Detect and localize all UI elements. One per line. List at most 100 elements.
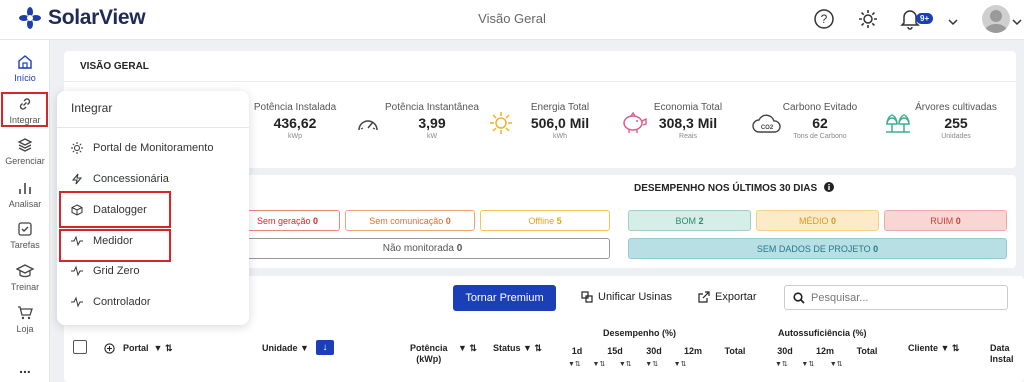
chip-label: SEM DADOS DE PROJETO — [756, 243, 874, 254]
col-auto-12m[interactable]: 12m — [815, 346, 835, 356]
chevron-down-icon[interactable] — [948, 18, 958, 26]
menu-item-concessionaria[interactable]: Concessionária — [71, 173, 169, 185]
menu-item-controlador[interactable]: Controlador — [71, 296, 150, 308]
metric-carbono-evitado: Carbono Evitado 62 Tons de Carbono — [778, 102, 862, 140]
metric-label: Árvores cultivadas — [915, 102, 997, 113]
sidebar-item-analisar[interactable]: Analisar — [0, 180, 50, 209]
menu-item-label: Controlador — [93, 296, 151, 308]
search-input[interactable]: Pesquisar... — [784, 285, 1008, 310]
metric-potencia-instantanea: Potência Instantânea 3,99 kW — [384, 102, 480, 140]
sidebar-item-loja[interactable]: Loja — [0, 305, 50, 334]
sidebar-item-tarefas[interactable]: Tarefas — [0, 221, 50, 250]
pulse-icon — [71, 265, 83, 277]
col-data-instalacao[interactable]: Data Instal — [990, 343, 1024, 365]
col-potencia[interactable]: Potência (kWp) — [410, 343, 448, 365]
menu-item-label: Portal de Monitoramento — [93, 142, 214, 154]
col-unidade[interactable]: Unidade ▼ — [262, 343, 309, 353]
chip-count: 0 — [456, 243, 463, 254]
chip-label: Não monitorada — [382, 243, 457, 254]
sidebar-more[interactable]: ... — [0, 360, 50, 376]
col-12m[interactable]: 12m — [683, 346, 703, 356]
select-all-checkbox[interactable] — [73, 340, 87, 354]
exportar-button[interactable]: Exportar — [698, 291, 757, 303]
chip-nao-monitorada[interactable]: Não monitorada 0 — [235, 238, 610, 259]
chip-count: 0 — [445, 215, 451, 226]
col-auto-30d[interactable]: 30d — [775, 346, 795, 356]
svg-text:?: ? — [821, 12, 828, 26]
sidebar-item-label: Treinar — [10, 282, 40, 292]
metric-unit: Reais — [679, 133, 697, 140]
sort-icons-desempenho[interactable]: ▼⇅ ▼⇅ ▼⇅ ▼⇅ ▼⇅ — [568, 360, 686, 368]
avatar[interactable] — [982, 5, 1010, 33]
gauge-icon — [358, 120, 378, 131]
add-circle-icon[interactable] — [104, 343, 115, 354]
help-icon[interactable]: ? — [813, 8, 835, 30]
filter-icon[interactable]: ▼ — [300, 343, 309, 353]
col-potencia-sort[interactable]: ▼ ⇅ — [458, 343, 477, 354]
chip-sem-comunicacao[interactable]: Sem comunicação 0 — [345, 210, 475, 231]
chip-label: Sem geração — [256, 215, 313, 226]
metric-potencia-instalada: Potência Instalada 436,62 kWp — [250, 102, 340, 140]
bolt-icon — [71, 173, 83, 185]
sun-icon — [71, 142, 83, 154]
sidebar-item-treinar[interactable]: Treinar — [0, 263, 50, 292]
integrar-highlight — [1, 92, 48, 127]
sidebar-item-inicio[interactable]: Início — [0, 54, 50, 83]
col-status[interactable]: Status ▼ ⇅ — [493, 343, 542, 354]
overview-title: VISÃO GERAL — [80, 61, 149, 72]
chip-ruim[interactable]: RUIM 0 — [884, 210, 1007, 231]
metric-label: Potência Instantânea — [385, 102, 479, 113]
sidebar-item-gerenciar[interactable]: Gerenciar — [0, 137, 50, 166]
unificar-label: Unificar Usinas — [598, 291, 672, 303]
chip-sem-geracao[interactable]: Sem geração 0 — [235, 210, 340, 231]
col-1d[interactable]: 1d — [569, 346, 585, 356]
metric-value: 436,62 — [273, 115, 317, 131]
metric-value: 255 — [944, 115, 968, 131]
menu-item-grid-zero[interactable]: Grid Zero — [71, 265, 139, 277]
col-cliente[interactable]: Cliente ▼ ⇅ — [908, 343, 959, 354]
chip-count: 0 — [831, 215, 837, 226]
chip-count: 2 — [698, 215, 704, 226]
metric-energia-total: Energia Total 506,0 Mil kWh — [520, 102, 600, 140]
metric-unit: kWp — [288, 133, 302, 140]
chip-count: 0 — [873, 243, 879, 254]
unificar-usinas-button[interactable]: Unificar Usinas — [581, 291, 672, 303]
avatar-chevron-icon[interactable] — [1012, 18, 1022, 26]
menu-item-portal-monitoramento[interactable]: Portal de Monitoramento — [71, 142, 213, 154]
col-15d[interactable]: 15d — [605, 346, 625, 356]
col-30d[interactable]: 30d — [644, 346, 664, 356]
chip-label: MÉDIO — [798, 215, 831, 226]
col-portal[interactable]: Portal ▼ ⇅ — [123, 343, 172, 354]
sort-icons-auto[interactable]: ▼⇅ ▼⇅ ▼⇅ — [775, 360, 843, 368]
medidor-highlight — [59, 229, 171, 262]
menu-item-label: Grid Zero — [93, 265, 140, 277]
sidebar-item-label: Tarefas — [10, 240, 40, 250]
search-icon — [793, 291, 805, 304]
metric-unit: kW — [426, 133, 438, 140]
col-label: Portal — [123, 343, 149, 353]
metric-unit: Unidades — [941, 133, 971, 140]
gear-icon[interactable] — [857, 8, 879, 30]
sort-desc-active-icon[interactable]: ↓ — [316, 340, 334, 355]
performance-title: DESEMPENHO NOS ÚLTIMOS 30 DIAS — [634, 182, 834, 194]
chip-bom[interactable]: BOM 2 — [628, 210, 751, 231]
sidebar-item-label: Analisar — [8, 199, 42, 209]
metric-label: Energia Total — [530, 102, 590, 113]
sidebar-item-label: Início — [14, 73, 36, 83]
chip-medio[interactable]: MÉDIO 0 — [756, 210, 879, 231]
filter-sort-icon[interactable]: ▼ ⇅ — [151, 343, 173, 353]
col-auto-total[interactable]: Total — [854, 346, 880, 356]
tornar-premium-button[interactable]: Tornar Premium — [453, 285, 556, 311]
chip-offline[interactable]: Offline 5 — [480, 210, 610, 231]
col-total[interactable]: Total — [722, 346, 748, 356]
export-icon — [698, 291, 710, 303]
merge-icon — [581, 291, 593, 303]
menu-item-label: Concessionária — [93, 173, 169, 185]
info-icon[interactable] — [823, 182, 834, 192]
metric-label: Carbono Evitado — [782, 102, 858, 113]
chip-count: 0 — [313, 215, 319, 226]
chip-sem-dados-projeto[interactable]: SEM DADOS DE PROJETO 0 — [628, 238, 1007, 259]
bar-chart-icon — [19, 183, 31, 194]
checkbox-icon — [18, 222, 32, 236]
pulse-icon — [71, 296, 83, 308]
